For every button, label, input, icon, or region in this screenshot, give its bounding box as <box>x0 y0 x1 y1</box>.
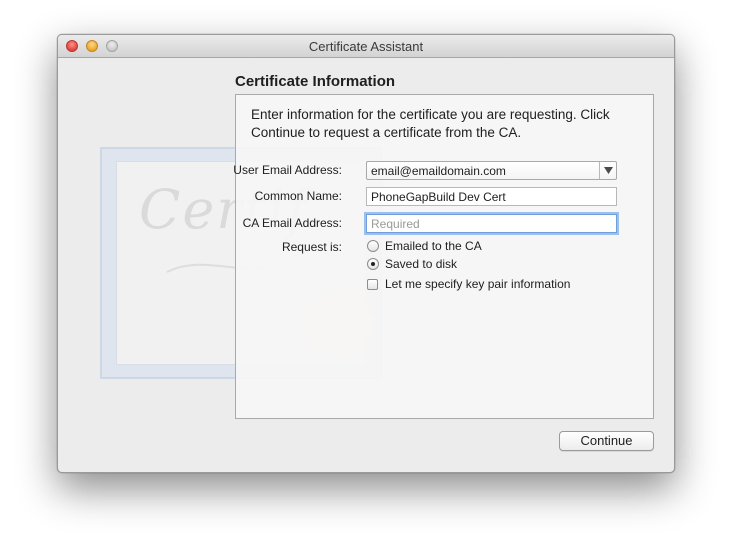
common-name-field[interactable]: PhoneGapBuild Dev Cert <box>366 187 617 206</box>
request-is-label: Request is: <box>281 240 342 254</box>
popup-arrow-button[interactable] <box>599 162 616 179</box>
key-pair-checkbox[interactable] <box>367 279 378 290</box>
saved-to-disk-label[interactable]: Saved to disk <box>385 257 457 271</box>
ca-email-field[interactable]: Required <box>366 214 617 233</box>
user-email-popup[interactable]: email@emaildomain.com <box>366 161 617 180</box>
emailed-to-ca-label[interactable]: Emailed to the CA <box>385 239 482 253</box>
instructions-text: Enter information for the certificate yo… <box>251 107 610 140</box>
emailed-to-ca-radio[interactable] <box>367 240 379 252</box>
certificate-assistant-window: Certificate Assistant Certif Certificate… <box>57 34 675 473</box>
window-title: Certificate Assistant <box>308 39 424 54</box>
user-email-label: User Email Address: <box>233 163 342 177</box>
radio-selected-dot <box>371 262 375 266</box>
title-bar[interactable]: Certificate Assistant <box>58 35 674 58</box>
ca-email-placeholder: Required <box>371 217 420 231</box>
section-title: Certificate Information <box>235 73 396 90</box>
common-name-value: PhoneGapBuild Dev Cert <box>371 190 506 204</box>
user-email-value: email@emaildomain.com <box>371 164 506 178</box>
chevron-down-icon <box>603 167 613 174</box>
certificate-info-panel: Enter information for the certificate yo… <box>233 94 654 419</box>
continue-button[interactable]: Continue <box>559 431 654 451</box>
ca-email-label: CA Email Address: <box>242 216 342 230</box>
key-pair-label[interactable]: Let me specify key pair information <box>385 277 570 291</box>
common-name-label: Common Name: <box>254 189 342 203</box>
saved-to-disk-radio[interactable] <box>367 258 379 270</box>
